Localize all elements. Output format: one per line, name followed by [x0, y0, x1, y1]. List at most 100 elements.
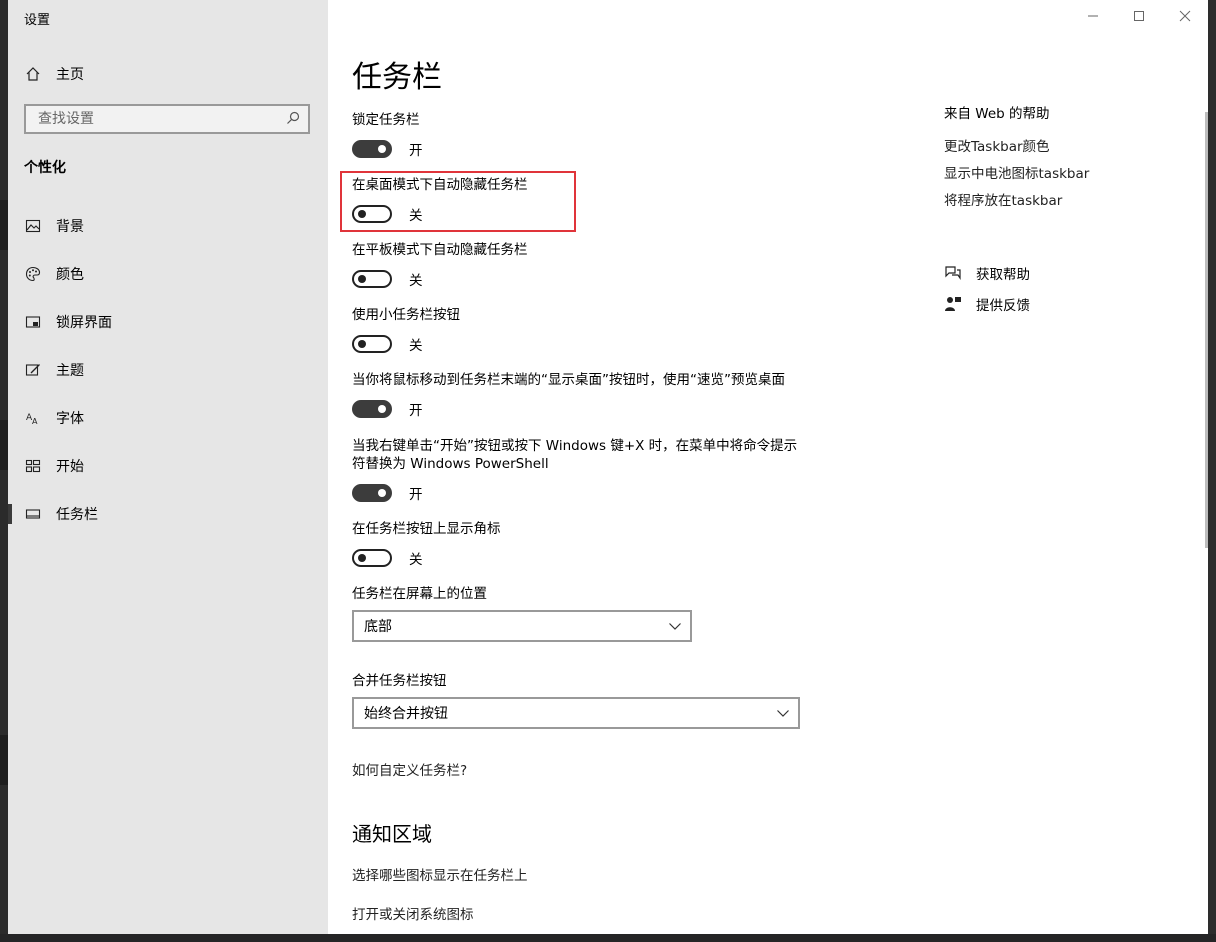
- setting-label: 在平板模式下自动隐藏任务栏: [352, 242, 528, 258]
- toggle-state-label: 关: [409, 552, 423, 568]
- setting-label: 在桌面模式下自动隐藏任务栏: [352, 177, 528, 193]
- dropdown-value: 始终合并按钮: [364, 706, 448, 722]
- sidebar-item-label: 颜色: [56, 267, 84, 283]
- sidebar-item-label: 字体: [56, 411, 84, 427]
- sidebar-item-label: 主题: [56, 363, 84, 379]
- sidebar-item-colors[interactable]: 颜色: [8, 250, 328, 298]
- background-band: [0, 735, 8, 785]
- get-help-link[interactable]: 获取帮助: [944, 257, 1030, 288]
- svg-text:A: A: [32, 417, 38, 426]
- window-controls: [1070, 0, 1208, 32]
- chevron-down-icon: [669, 623, 681, 630]
- app-title: 设置: [24, 13, 51, 28]
- help-link[interactable]: 显示中电池图标taskbar: [944, 162, 1089, 189]
- palette-icon: [24, 265, 42, 283]
- home-icon: [24, 65, 42, 83]
- help-link[interactable]: 将程序放在taskbar: [944, 189, 1089, 216]
- toggle-state-label: 开: [409, 403, 423, 419]
- toggle-state-label: 关: [409, 273, 423, 289]
- get-help-label: 获取帮助: [976, 266, 1030, 283]
- system-icons-link[interactable]: 打开或关闭系统图标: [352, 903, 474, 923]
- setting-label: 当你将鼠标移动到任务栏末端的“显示桌面”按钮时，使用“速览”预览桌面: [352, 372, 785, 388]
- badges-toggle-row: 关: [352, 546, 423, 570]
- customize-taskbar-link[interactable]: 如何自定义任务栏?: [352, 759, 467, 779]
- autohide-tablet-toggle[interactable]: [352, 270, 392, 288]
- toggle-knob: [378, 145, 386, 153]
- sidebar-item-background[interactable]: 背景: [8, 202, 328, 250]
- background-band: [0, 200, 8, 250]
- close-icon: [1179, 10, 1191, 22]
- toggle-knob: [358, 210, 366, 218]
- background-window-edge-right: [1208, 0, 1216, 942]
- main-content: 任务栏 锁定任务栏 开 在桌面模式下自动隐藏任务栏 关 在平板模式下自动隐藏任务…: [328, 0, 1208, 934]
- combine-buttons-label: 合并任务栏按钮: [352, 673, 447, 689]
- toggle-state-label: 开: [409, 487, 423, 503]
- sidebar-item-lock-screen[interactable]: 锁屏界面: [8, 298, 328, 346]
- web-help-panel: 来自 Web 的帮助 更改Taskbar颜色 显示中电池图标taskbar 将程…: [944, 102, 1089, 216]
- lock-taskbar-toggle[interactable]: [352, 140, 392, 158]
- toggle-knob: [358, 340, 366, 348]
- sidebar-item-home[interactable]: 主页: [24, 62, 84, 86]
- sidebar-item-start[interactable]: 开始: [8, 442, 328, 490]
- small-buttons-toggle-row: 关: [352, 332, 423, 356]
- sidebar-item-taskbar[interactable]: 任务栏: [8, 490, 328, 538]
- scrollbar[interactable]: [1205, 112, 1208, 548]
- setting-label: 使用小任务栏按钮: [352, 307, 460, 323]
- setting-label: 锁定任务栏: [352, 112, 420, 128]
- image-icon: [24, 217, 42, 235]
- settings-window: 设置 主页 个性化 背景: [8, 0, 1208, 934]
- sidebar-item-themes[interactable]: 主题: [8, 346, 328, 394]
- taskbar-icon: [24, 505, 42, 523]
- sidebar-item-label: 主页: [56, 67, 84, 83]
- search-input[interactable]: [36, 110, 280, 128]
- select-icons-link[interactable]: 选择哪些图标显示在任务栏上: [352, 864, 528, 884]
- start-icon: [24, 457, 42, 475]
- chevron-down-icon: [777, 710, 789, 717]
- page-title: 任务栏: [352, 60, 442, 95]
- web-help-title: 来自 Web 的帮助: [944, 106, 1050, 122]
- maximize-icon: [1134, 11, 1144, 21]
- close-button[interactable]: [1162, 0, 1208, 32]
- feedback-icon: [944, 295, 962, 313]
- toggle-knob: [378, 405, 386, 413]
- autohide-tablet-toggle-row: 关: [352, 267, 423, 291]
- toggle-knob: [378, 489, 386, 497]
- sidebar-item-fonts[interactable]: AA 字体: [8, 394, 328, 442]
- toggle-knob: [358, 275, 366, 283]
- help-actions: 获取帮助 提供反馈: [944, 257, 1030, 319]
- search-box[interactable]: [24, 104, 310, 134]
- autohide-desktop-toggle[interactable]: [352, 205, 392, 223]
- peek-toggle-row: 开: [352, 397, 423, 421]
- dropdown-value: 底部: [364, 619, 392, 635]
- toggle-state-label: 关: [409, 338, 423, 354]
- setting-label: 当我右键单击“开始”按钮或按下 Windows 键+X 时，在菜单中将命令提示符…: [352, 438, 798, 472]
- feedback-link[interactable]: 提供反馈: [944, 288, 1030, 319]
- notification-area-heading: 通知区域: [352, 822, 432, 846]
- toggle-state-label: 开: [409, 143, 423, 159]
- powershell-toggle[interactable]: [352, 484, 392, 502]
- maximize-button[interactable]: [1116, 0, 1162, 32]
- search-icon[interactable]: [286, 110, 300, 129]
- powershell-toggle-row: 开: [352, 481, 423, 505]
- chat-help-icon: [944, 264, 962, 282]
- theme-icon: [24, 361, 42, 379]
- peek-toggle[interactable]: [352, 400, 392, 418]
- minimize-button[interactable]: [1070, 0, 1116, 32]
- sidebar-item-label: 锁屏界面: [56, 315, 112, 331]
- help-link[interactable]: 更改Taskbar颜色: [944, 135, 1089, 162]
- sidebar-item-label: 开始: [56, 459, 84, 475]
- minimize-icon: [1088, 15, 1098, 17]
- taskbar-position-dropdown[interactable]: 底部: [352, 610, 692, 642]
- toggle-state-label: 关: [409, 208, 423, 224]
- sidebar-nav: 背景 颜色 锁屏界面 主题 A A 字体 开始 任务栏: [8, 202, 328, 538]
- combine-buttons-dropdown[interactable]: 始终合并按钮: [352, 697, 800, 729]
- setting-label: 在任务栏按钮上显示角标: [352, 521, 501, 537]
- badges-toggle[interactable]: [352, 549, 392, 567]
- lock-taskbar-toggle-row: 开: [352, 137, 423, 161]
- background-window-edge-bottom: [0, 934, 1216, 942]
- small-buttons-toggle[interactable]: [352, 335, 392, 353]
- sidebar-item-label: 背景: [56, 219, 84, 235]
- section-label-personalization: 个性化: [24, 160, 66, 176]
- autohide-desktop-toggle-row: 关: [352, 202, 423, 226]
- sidebar: 设置 主页 个性化 背景: [8, 0, 328, 934]
